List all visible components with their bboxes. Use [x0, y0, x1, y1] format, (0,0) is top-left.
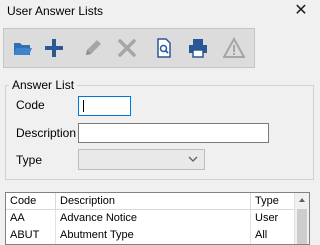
column-header-type[interactable]: Type [251, 193, 296, 209]
type-select[interactable] [78, 149, 205, 170]
text-caret [83, 100, 84, 112]
delete-x-icon [118, 39, 136, 57]
description-field[interactable] [78, 123, 269, 143]
open-folder-button[interactable] [10, 35, 36, 61]
scrollbar-thumb[interactable] [297, 209, 307, 244]
cell-type: User [255, 212, 279, 224]
code-label: Code [16, 98, 45, 112]
window-title: User Answer Lists [7, 4, 104, 18]
table-row[interactable]: ABUT Abutment Type All [6, 227, 296, 244]
toolbar [3, 28, 255, 68]
chevron-down-icon [188, 156, 198, 162]
preview-document-icon [157, 38, 171, 58]
cell-description: Advance Notice [56, 210, 251, 227]
answer-lists-grid: Code Description Type AA Advance Notice … [5, 192, 310, 245]
close-icon[interactable]: ✕ [293, 0, 309, 22]
print-button[interactable] [185, 35, 211, 61]
title-bar: User Answer Lists ✕ [0, 0, 315, 24]
edit-pencil-icon [86, 40, 101, 55]
column-header-description[interactable]: Description [56, 193, 251, 209]
code-field[interactable] [78, 96, 131, 116]
grid-header: Code Description Type [6, 193, 296, 210]
warning-icon [223, 37, 245, 58]
preview-button[interactable] [151, 35, 177, 61]
description-label: Description [16, 126, 77, 140]
scroll-up-icon[interactable] [298, 196, 306, 204]
open-folder-icon [14, 43, 32, 55]
edit-button[interactable] [80, 35, 106, 61]
cell-type: All [255, 229, 268, 241]
type-label: Type [16, 153, 43, 167]
cell-description: Abutment Type [56, 227, 251, 244]
delete-button[interactable] [114, 35, 140, 61]
answer-list-group-title: Answer List [9, 78, 78, 92]
print-icon [189, 39, 207, 58]
cell-code: ABUT [6, 227, 56, 244]
table-row[interactable]: AA Advance Notice User [6, 210, 296, 227]
warning-button[interactable] [221, 35, 247, 61]
add-button[interactable] [41, 35, 67, 61]
vertical-scrollbar[interactable] [294, 193, 309, 244]
add-icon [45, 39, 63, 57]
column-header-code[interactable]: Code [6, 193, 56, 209]
cell-code: AA [6, 210, 56, 227]
